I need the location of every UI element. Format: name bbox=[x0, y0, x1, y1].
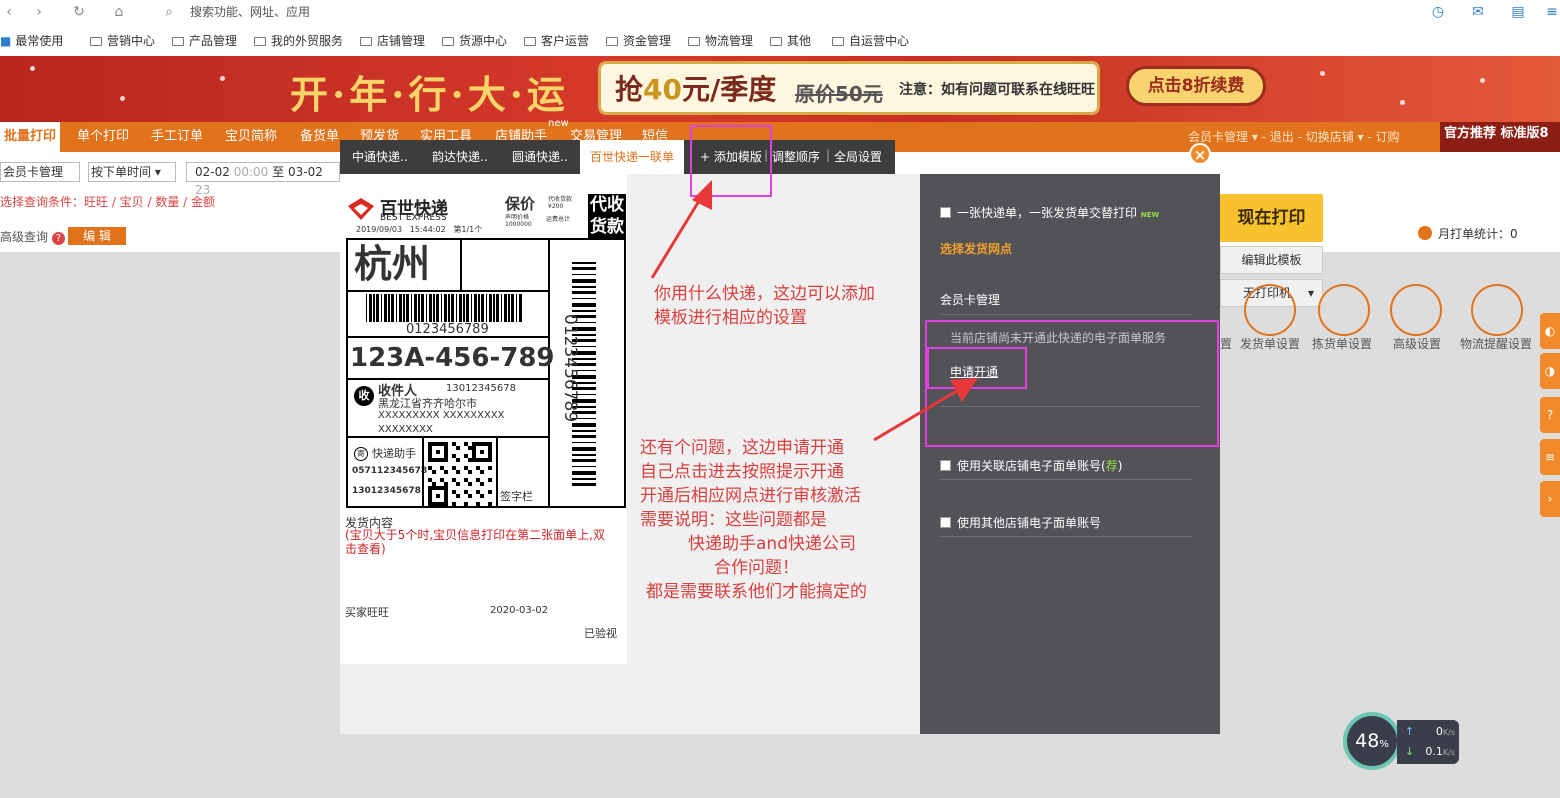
upload-icon: ↑ bbox=[1405, 725, 1415, 738]
annotation-arrows bbox=[650, 180, 978, 442]
download-speed: 0.1K/s bbox=[1425, 745, 1455, 758]
network-speed-gauge[interactable]: 48% bbox=[1343, 712, 1401, 770]
download-icon: ↓ bbox=[1405, 745, 1415, 758]
upload-speed: 0K/s bbox=[1435, 725, 1455, 738]
annotation-apply: 还有个问题，这边申请开通 自己点击进去按照提示开通 开通后相应网点进行审核激活 … bbox=[640, 438, 867, 602]
annotation-add-template: 你用什么快递，这边可以添加 模板进行相应的设置 bbox=[654, 284, 875, 328]
network-speed-panel: ↑ 0K/s ↓ 0.1K/s bbox=[1397, 720, 1459, 764]
